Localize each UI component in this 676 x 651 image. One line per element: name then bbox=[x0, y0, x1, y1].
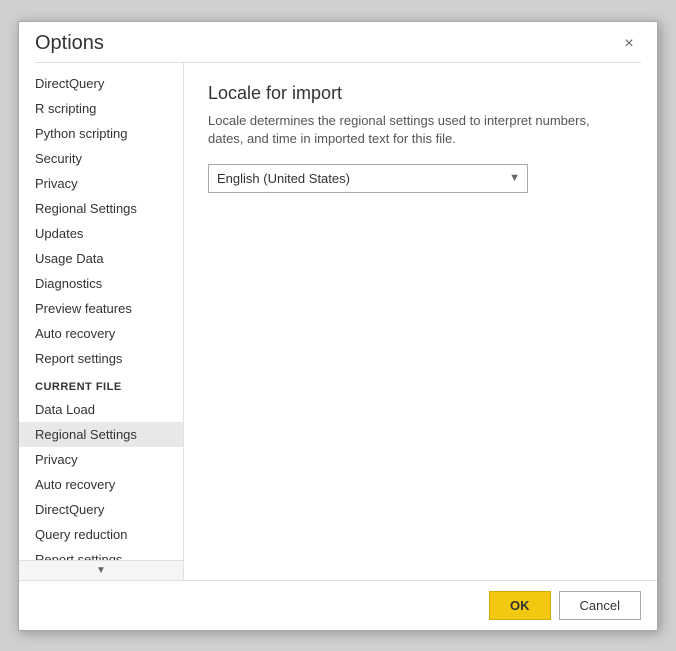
sidebar-file-item-data-load[interactable]: Data Load bbox=[19, 397, 183, 422]
main-content: Locale for import Locale determines the … bbox=[184, 63, 657, 580]
ok-button[interactable]: OK bbox=[489, 591, 551, 620]
sidebar-file-item-privacy[interactable]: Privacy bbox=[19, 447, 183, 472]
sidebar-item-report-settings[interactable]: Report settings bbox=[19, 346, 183, 371]
sidebar-scroll[interactable]: DirectQueryR scriptingPython scriptingSe… bbox=[19, 63, 183, 560]
sidebar-item-updates[interactable]: Updates bbox=[19, 221, 183, 246]
sidebar-item-usage-data[interactable]: Usage Data bbox=[19, 246, 183, 271]
sidebar-item-r-scripting[interactable]: R scripting bbox=[19, 96, 183, 121]
sidebar-file-item-auto-recovery[interactable]: Auto recovery bbox=[19, 472, 183, 497]
content-description: Locale determines the regional settings … bbox=[208, 112, 628, 148]
locale-select-wrapper: English (United States)English (United K… bbox=[208, 164, 528, 193]
sidebar-item-privacy[interactable]: Privacy bbox=[19, 171, 183, 196]
sidebar-file-item-report-settings[interactable]: Report settings bbox=[19, 547, 183, 560]
sidebar-item-auto-recovery[interactable]: Auto recovery bbox=[19, 321, 183, 346]
cancel-button[interactable]: Cancel bbox=[559, 591, 641, 620]
sidebar-item-directquery[interactable]: DirectQuery bbox=[19, 71, 183, 96]
sidebar-item-python-scripting[interactable]: Python scripting bbox=[19, 121, 183, 146]
title-bar: Options × bbox=[19, 22, 657, 62]
content-title: Locale for import bbox=[208, 83, 633, 104]
current-file-section-header: CURRENT FILE bbox=[19, 371, 183, 397]
sidebar: DirectQueryR scriptingPython scriptingSe… bbox=[19, 63, 184, 580]
dialog-body: DirectQueryR scriptingPython scriptingSe… bbox=[19, 63, 657, 580]
options-dialog: Options × DirectQueryR scriptingPython s… bbox=[18, 21, 658, 631]
sidebar-file-item-query-reduction[interactable]: Query reduction bbox=[19, 522, 183, 547]
close-button[interactable]: × bbox=[617, 32, 641, 56]
locale-select[interactable]: English (United States)English (United K… bbox=[208, 164, 528, 193]
sidebar-item-diagnostics[interactable]: Diagnostics bbox=[19, 271, 183, 296]
sidebar-file-item-regional-settings[interactable]: Regional Settings bbox=[19, 422, 183, 447]
scroll-down-arrow[interactable]: ▼ bbox=[19, 560, 183, 580]
sidebar-item-regional-settings[interactable]: Regional Settings bbox=[19, 196, 183, 221]
dialog-title: Options bbox=[35, 32, 104, 55]
sidebar-item-preview-features[interactable]: Preview features bbox=[19, 296, 183, 321]
dialog-footer: OK Cancel bbox=[19, 580, 657, 630]
sidebar-file-item-directquery[interactable]: DirectQuery bbox=[19, 497, 183, 522]
sidebar-item-security[interactable]: Security bbox=[19, 146, 183, 171]
